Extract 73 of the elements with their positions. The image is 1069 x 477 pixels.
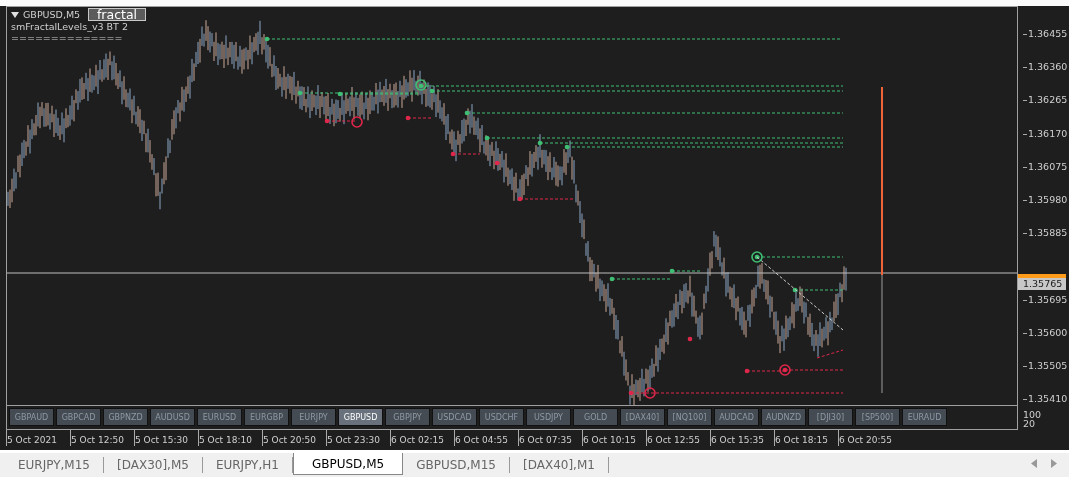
symbol-button[interactable]: USDCAD <box>432 408 477 426</box>
time-label: 6 Oct 15:35 <box>710 430 774 446</box>
scale-label: 20 <box>1023 419 1037 428</box>
fractal-level <box>792 287 844 293</box>
symbol-button[interactable]: AUDUSD <box>150 408 195 426</box>
symbol-button[interactable]: AUDCAD <box>714 408 759 426</box>
symbol-button[interactable]: GOLD <box>573 408 618 426</box>
chart-symbol: GBPUSD,M5 <box>23 9 81 20</box>
symbol-button[interactable]: EURAUD <box>902 408 947 426</box>
separator-text: ============== <box>11 32 124 43</box>
fractal-level <box>517 196 576 202</box>
chart-tab[interactable]: [DAX40],M1 <box>510 457 609 473</box>
price-label: 1.36075 <box>1023 160 1068 173</box>
symbol-button[interactable]: [DAX40] <box>620 408 665 426</box>
symbol-button[interactable]: USDJPY <box>526 408 571 426</box>
symbol-button[interactable]: GBPJPY <box>385 408 430 426</box>
fractal-level <box>450 151 481 157</box>
ring-marker <box>751 251 763 263</box>
price-label: 1.36455 <box>1023 28 1068 40</box>
time-label: 6 Oct 20:55 <box>838 430 902 446</box>
symbol-button[interactable]: EURJPY <box>291 408 336 426</box>
fractal-level <box>494 160 501 166</box>
fractal-level <box>669 268 701 274</box>
symbol-button[interactable]: GBPNZD <box>103 408 148 426</box>
symbol-button[interactable]: EURGBP <box>244 408 289 426</box>
current-price-label: 1.35765 <box>1018 278 1066 290</box>
time-label: 6 Oct 07:35 <box>518 430 582 446</box>
trend-line <box>816 349 844 359</box>
time-label: 5 Oct 2021 <box>6 430 70 446</box>
price-label: 1.35505 <box>1023 360 1068 372</box>
time-label: 5 Oct 12:50 <box>70 430 134 446</box>
time-label: 6 Oct 10:15 <box>582 430 646 446</box>
chart-tab[interactable]: GBPUSD,M5 <box>292 453 404 475</box>
symbol-button[interactable]: [DJI30] <box>808 408 853 426</box>
fractal-button[interactable]: fractal <box>88 8 146 21</box>
ring-marker <box>779 364 791 376</box>
dropdown-icon[interactable] <box>11 11 19 18</box>
symbol-button[interactable]: AUDNZD <box>761 408 806 426</box>
price-label: 1.35695 <box>1023 293 1068 306</box>
fractal-level <box>324 118 358 124</box>
symbol-button[interactable]: EURUSD <box>197 408 242 426</box>
chart-tab[interactable]: GBPUSD,M15 <box>403 457 510 473</box>
ring-marker <box>351 116 363 128</box>
symbol-button[interactable]: USDCHF <box>479 408 524 426</box>
symbol-button[interactable]: [NQ100] <box>667 408 712 426</box>
price-label: 1.35600 <box>1023 326 1068 339</box>
ring-marker <box>415 79 427 91</box>
scroll-left-icon[interactable] <box>1031 459 1037 468</box>
symbol-button[interactable]: GBPCAD <box>56 408 101 426</box>
time-label: 6 Oct 18:15 <box>774 430 838 446</box>
scale-label: 100 <box>1023 410 1043 419</box>
time-label: 5 Oct 18:10 <box>198 430 262 446</box>
time-label: 5 Oct 23:30 <box>326 430 390 446</box>
symbol-button[interactable]: [SP500] <box>855 408 900 426</box>
chart-tab[interactable]: EURJPY,H1 <box>202 457 293 473</box>
symbol-button[interactable]: GBPAUD <box>9 408 54 426</box>
time-label: 6 Oct 04:55 <box>454 430 518 446</box>
price-label: 1.35980 <box>1023 194 1068 206</box>
price-label: 1.36170 <box>1023 127 1068 140</box>
chart-tab[interactable]: EURJPY,M15 <box>5 457 104 473</box>
time-label: 5 Oct 15:30 <box>134 430 198 446</box>
fractal-level <box>687 336 693 342</box>
time-label: 6 Oct 12:55 <box>646 430 710 446</box>
fractal-level <box>609 276 673 282</box>
scroll-right-icon[interactable] <box>1051 459 1057 468</box>
ask-price-marker <box>1018 274 1066 278</box>
symbol-button[interactable]: GBPUSD <box>338 408 383 426</box>
time-label: 5 Oct 20:50 <box>262 430 326 446</box>
fractal-level <box>405 115 433 121</box>
time-label: 6 Oct 02:15 <box>390 430 454 446</box>
chart-tab[interactable]: [DAX30],M5 <box>104 457 203 473</box>
indicator-name: smFractalLevels_v3 BT 2 <box>11 21 128 32</box>
ring-marker <box>644 387 656 399</box>
